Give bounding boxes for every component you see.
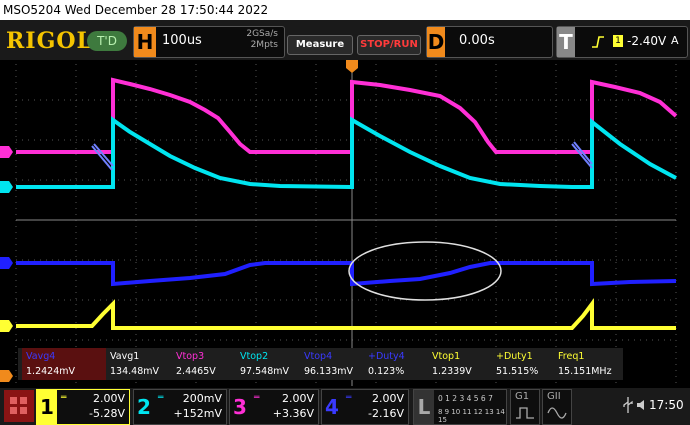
trigger-label: T — [557, 27, 575, 57]
oscilloscope-screen: MSO5204 Wed December 28 17:50:44 2022 RI… — [0, 0, 690, 425]
generator-2-label: GII — [547, 391, 561, 402]
measure-button[interactable]: Measure — [287, 35, 353, 55]
menu-grid-icon[interactable] — [4, 390, 34, 422]
title-text: MSO5204 Wed December 28 17:50:44 2022 — [3, 3, 269, 17]
square-wave-icon — [516, 407, 534, 419]
memory-depth: 2Mpts — [250, 40, 278, 50]
channel-3-number: 3 — [233, 395, 247, 419]
channel-1-number: 1 — [37, 390, 57, 424]
channel-1-scale: 2.00V — [92, 392, 125, 405]
trigger-status-badge[interactable]: T'D — [87, 31, 127, 51]
channel-2-number: 2 — [137, 395, 151, 419]
title-bar: MSO5204 Wed December 28 17:50:44 2022 — [0, 0, 690, 20]
digital-row-1: 0 1 2 3 4 5 6 7 — [438, 394, 493, 403]
clock: 17:50 — [649, 398, 684, 412]
trigger-level: -2.40V — [627, 34, 667, 48]
rising-edge-icon — [592, 36, 604, 48]
channel-1-offset: -5.28V — [89, 407, 125, 420]
timebase-value: 100us — [162, 33, 202, 48]
measurement-item[interactable]: +Duty4 0.123% — [364, 348, 429, 380]
rigol-logo: RIGOL — [6, 28, 93, 54]
measurement-item[interactable]: +Duty1 51.515% — [492, 348, 557, 380]
channel-4-scale: 2.00V — [371, 392, 404, 405]
channel-4-box[interactable]: 4 ═ 2.00V -2.16V — [321, 389, 409, 425]
digital-channels-box[interactable]: L 0 1 2 3 4 5 6 7 8 9 10 11 12 13 14 15 — [413, 389, 507, 425]
measurement-item[interactable]: Vavg4 1.2424mV — [22, 348, 106, 380]
measurement-item[interactable]: Vtop4 96.133mV — [300, 348, 365, 380]
trigger-source: 1 — [613, 35, 623, 47]
generator-1-box[interactable]: G1 — [510, 389, 540, 425]
generator-1-label: G1 — [515, 391, 530, 402]
delay-box[interactable]: D 0.00s — [426, 26, 553, 58]
horizontal-label: H — [134, 27, 156, 57]
horizontal-timebase-box[interactable]: H 100us 2GSa/s 2Mpts — [133, 26, 285, 58]
digital-label: L — [414, 390, 434, 424]
measurement-item[interactable]: Vtop2 97.548mV — [236, 348, 301, 380]
channel-4-number: 4 — [325, 395, 339, 419]
digital-row-2: 8 9 10 11 12 13 14 15 — [438, 408, 505, 424]
usb-icon — [623, 397, 633, 413]
channel-markers — [0, 60, 358, 382]
channel-2-scale: 200mV — [182, 392, 222, 405]
delay-label: D — [427, 27, 445, 57]
measurement-item[interactable]: Vtop1 1.2339V — [428, 348, 493, 380]
channel-3-offset: +3.36V — [272, 407, 314, 420]
ch4-trace — [16, 261, 677, 287]
ch1-trace — [16, 298, 676, 330]
sine-wave-icon — [547, 407, 567, 419]
trigger-mode: A — [671, 34, 679, 47]
annotation-circle — [348, 241, 502, 301]
channel-1-box[interactable]: 1 ═ 2.00V -5.28V — [36, 389, 130, 425]
measurement-bar: Vavg4 1.2424mV Vavg1 134.48mV Vtop3 2.4465V… — [18, 348, 623, 380]
sound-icon — [637, 400, 644, 410]
measurement-item[interactable]: Freq1 15.151MHz — [554, 348, 619, 380]
channel-3-scale: 2.00V — [281, 392, 314, 405]
sample-rate: 2GSa/s — [246, 29, 278, 39]
measurement-item[interactable]: Vtop3 2.4465V — [172, 348, 237, 380]
stop-run-button[interactable]: STOP/RUN — [357, 35, 421, 55]
waveform-display — [0, 60, 678, 386]
trigger-box[interactable]: T 1 -2.40V A — [556, 26, 688, 58]
channel-4-offset: -2.16V — [368, 407, 404, 420]
generator-2-box[interactable]: GII — [542, 389, 572, 425]
delay-value: 0.00s — [459, 33, 495, 48]
channel-2-offset: +152mV — [173, 407, 222, 420]
measurement-item[interactable]: Vavg1 134.48mV — [106, 348, 171, 380]
channel-2-box[interactable]: 2 ═ 200mV +152mV — [133, 389, 227, 425]
channel-3-box[interactable]: 3 ═ 2.00V +3.36V — [229, 389, 319, 425]
